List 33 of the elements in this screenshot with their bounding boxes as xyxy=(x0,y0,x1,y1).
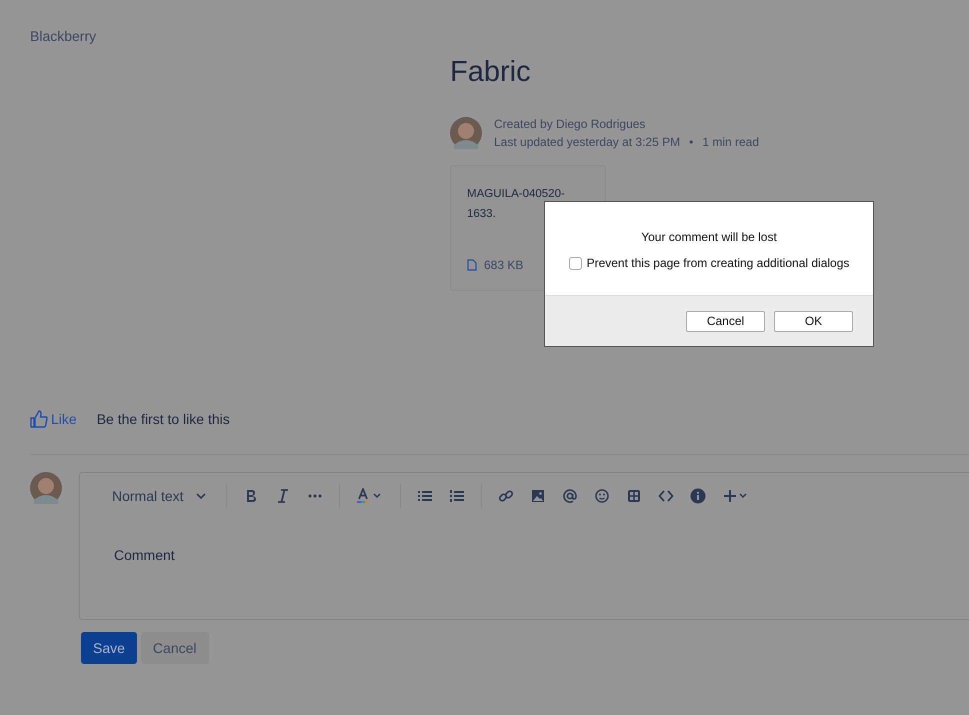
checkbox[interactable] xyxy=(568,256,582,270)
bullet-list-icon[interactable] xyxy=(416,488,433,504)
updated-text: Last updated yesterday at 3:25 PM xyxy=(494,135,680,149)
image-icon[interactable] xyxy=(530,488,546,504)
numbered-list-icon[interactable] xyxy=(448,488,465,504)
avatar xyxy=(450,117,482,149)
page-title: Fabric xyxy=(450,56,532,89)
ok-button[interactable]: OK xyxy=(774,310,853,332)
file-icon xyxy=(467,259,477,271)
read-time: 1 min read xyxy=(702,135,760,149)
like-button[interactable]: Like xyxy=(30,410,77,428)
dialog-message: Your comment will be lost xyxy=(641,230,777,244)
code-icon[interactable] xyxy=(658,488,674,504)
info-icon[interactable] xyxy=(690,488,706,504)
text-style-dropdown[interactable]: Normal text xyxy=(112,488,206,504)
table-icon[interactable] xyxy=(626,488,642,504)
comment-placeholder: Comment xyxy=(114,547,175,563)
mention-icon[interactable] xyxy=(562,488,578,504)
save-button[interactable]: Save xyxy=(81,632,137,664)
avatar xyxy=(30,472,62,504)
emoji-icon[interactable] xyxy=(594,488,610,504)
likes-text: Be the first to like this xyxy=(96,411,230,427)
chevron-down-icon xyxy=(196,493,206,499)
file-size: 683 KB xyxy=(484,258,524,272)
cancel-button[interactable]: Cancel xyxy=(686,310,765,332)
file-name: MAGUILA-040520-1633. xyxy=(467,187,566,222)
separator-dot: • xyxy=(689,135,694,149)
link-icon[interactable] xyxy=(498,488,514,504)
space-name[interactable]: Blackberry xyxy=(30,0,96,44)
thumbs-up-icon xyxy=(30,410,48,428)
author-text: Created by Diego Rodrigues xyxy=(494,117,646,131)
comment-editor[interactable]: Normal text Comment xyxy=(79,472,969,620)
cancel-button[interactable]: Cancel xyxy=(140,632,209,664)
